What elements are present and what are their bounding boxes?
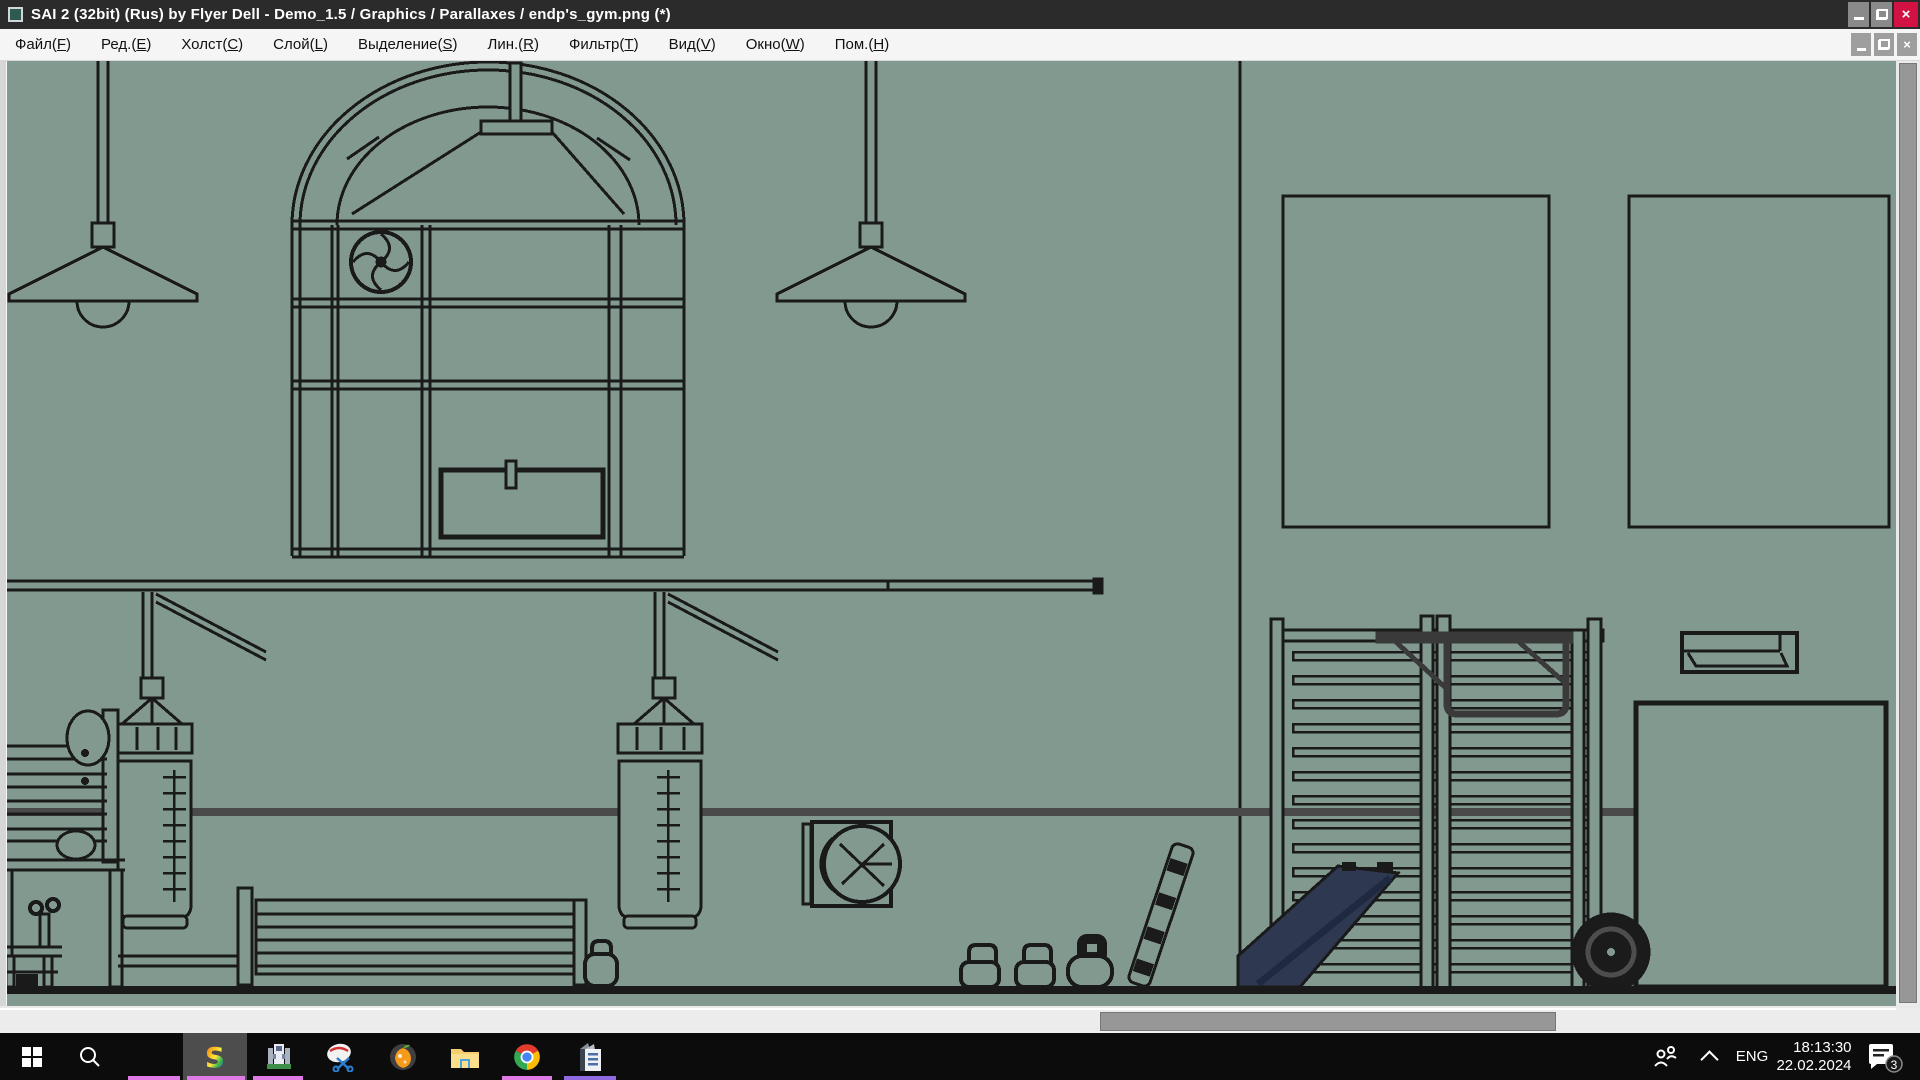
folder-icon [449, 1043, 481, 1071]
search-icon [78, 1045, 102, 1069]
canvas-background [0, 61, 1896, 1006]
window-title: SAI 2 (32bit) (Rus) by Flyer Dell - Demo… [31, 6, 671, 23]
taskbar-fl-button[interactable] [374, 1033, 432, 1080]
people-icon [1653, 1045, 1679, 1069]
taskbar-notes-button[interactable] [560, 1033, 618, 1080]
workspace [0, 61, 1920, 1033]
running-app-indicator [128, 1076, 180, 1080]
restore-button[interactable] [1871, 2, 1892, 27]
menu-view[interactable]: Вид(V) [654, 36, 731, 53]
chrome-running-indicator [502, 1076, 552, 1080]
menu-edit[interactable]: Ред.(E) [86, 36, 166, 53]
menu-filter[interactable]: Фильтр(T) [554, 36, 654, 53]
people-tray-button[interactable] [1648, 1033, 1684, 1080]
right-cabinet [1636, 703, 1886, 987]
language-indicator[interactable]: ENG [1730, 1033, 1774, 1080]
castle-running-indicator [253, 1076, 303, 1080]
wall-clock [803, 822, 900, 906]
castle-app-icon [265, 1042, 293, 1072]
taskbar: S [0, 1033, 1920, 1080]
horizontal-scrollbar-thumb[interactable] [1100, 1012, 1556, 1031]
tray-time: 18:13:30 [1776, 1039, 1851, 1057]
floor-line [0, 986, 1896, 994]
minimize-icon [1857, 48, 1866, 51]
menu-ruler[interactable]: Лин.(R) [472, 36, 554, 53]
menu-help[interactable]: Пом.(H) [820, 36, 904, 53]
wall-rail [0, 808, 1640, 816]
scrollbar-corner [1896, 1008, 1920, 1031]
weight-plate [1573, 914, 1649, 990]
restore-icon [1877, 10, 1887, 19]
taskbar-folder-button[interactable] [436, 1033, 494, 1080]
menu-selection[interactable]: Выделение(S) [343, 36, 473, 53]
horizontal-scrollbar[interactable] [0, 1008, 1896, 1033]
chevron-up-icon [1700, 1050, 1718, 1068]
whiteboard-scissors-icon [325, 1042, 357, 1072]
doc-restore-button[interactable] [1874, 33, 1894, 56]
minimize-button[interactable] [1848, 2, 1869, 27]
taskbar-sai-button[interactable]: S [183, 1033, 247, 1080]
close-button[interactable]: × [1894, 2, 1918, 27]
canvas-left-frame [0, 61, 7, 1006]
clock-tray[interactable]: 18:13:30 22.02.2024 [1772, 1033, 1856, 1080]
minimize-icon [1854, 17, 1864, 20]
title-bar: SAI 2 (32bit) (Rus) by Flyer Dell - Demo… [0, 0, 1920, 29]
menu-window[interactable]: Окно(W) [731, 36, 820, 53]
sai-window-icon [8, 7, 23, 22]
menu-bar: Файл(F) Ред.(E) Холст(C) Слой(L) Выделен… [0, 29, 1920, 61]
start-icon [21, 1046, 43, 1068]
restore-icon [1879, 40, 1889, 49]
sai-icon: S [200, 1041, 230, 1073]
vertical-scrollbar[interactable] [1898, 61, 1918, 1006]
notification-badge: 3 [1891, 1058, 1898, 1072]
notification-icon: 3 [1865, 1040, 1905, 1074]
taskbar-chrome-button[interactable] [498, 1033, 556, 1080]
gym-drawing [0, 61, 1896, 1006]
search-button[interactable] [66, 1033, 114, 1080]
vertical-scrollbar-thumb[interactable] [1899, 63, 1917, 1003]
kettlebells [961, 936, 1112, 987]
window-fan [351, 232, 411, 292]
start-button[interactable] [8, 1033, 56, 1080]
fl-studio-icon [388, 1042, 418, 1072]
tray-overflow-button[interactable] [1694, 1033, 1724, 1080]
svg-text:S: S [205, 1041, 225, 1073]
taskbar-castle-button[interactable] [250, 1033, 308, 1080]
chrome-icon [513, 1043, 541, 1071]
bench [238, 888, 617, 986]
doc-minimize-button[interactable] [1851, 33, 1871, 56]
tray-date: 22.02.2024 [1776, 1057, 1851, 1075]
notes-running-indicator [564, 1076, 616, 1080]
canvas[interactable] [0, 61, 1896, 1006]
notes-icon [574, 1041, 604, 1073]
doc-close-button[interactable]: × [1897, 33, 1917, 56]
notification-center-button[interactable]: 3 [1862, 1033, 1908, 1080]
menu-layer[interactable]: Слой(L) [258, 36, 343, 53]
menu-canvas[interactable]: Холст(C) [166, 36, 258, 53]
sai-running-indicator [187, 1076, 245, 1080]
menu-file[interactable]: Файл(F) [0, 36, 86, 53]
taskbar-scissors-button[interactable] [312, 1033, 370, 1080]
